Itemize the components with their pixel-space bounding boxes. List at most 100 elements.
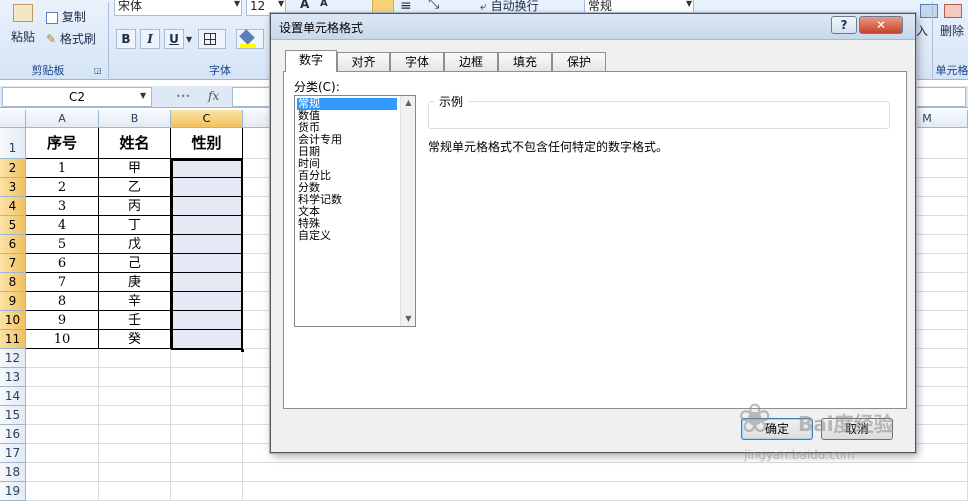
grid-cell[interactable]: 丙 bbox=[99, 197, 171, 216]
grid-cell[interactable]: 己 bbox=[99, 254, 171, 273]
font-size-dropdown-icon[interactable]: ▼ bbox=[278, 0, 284, 8]
grid-cell[interactable] bbox=[26, 482, 99, 501]
header-cell[interactable]: 姓名 bbox=[99, 128, 171, 159]
row-header[interactable]: 9 bbox=[0, 292, 26, 311]
paste-button[interactable]: 粘贴 bbox=[8, 4, 38, 54]
dialog-title-bar[interactable]: 设置单元格格式 ? ✕ bbox=[271, 14, 915, 40]
grid-cell[interactable] bbox=[171, 425, 243, 444]
row-header[interactable]: 6 bbox=[0, 235, 26, 254]
category-item[interactable]: 自定义 bbox=[297, 230, 397, 242]
tab-number[interactable]: 数字 bbox=[285, 50, 337, 72]
number-format-dropdown-icon[interactable]: ▼ bbox=[686, 0, 692, 8]
grid-cell[interactable]: 8 bbox=[26, 292, 99, 311]
grid-cell[interactable] bbox=[171, 197, 243, 216]
font-name-dropdown-icon[interactable]: ▼ bbox=[234, 0, 240, 8]
grid-cell[interactable] bbox=[171, 159, 243, 178]
grid-cell[interactable] bbox=[26, 444, 99, 463]
grid-cell[interactable] bbox=[171, 330, 243, 349]
format-painter-button[interactable]: ✎ 格式刷 bbox=[46, 30, 96, 47]
decrease-font-icon[interactable]: A bbox=[320, 0, 328, 9]
bold-button[interactable]: B bbox=[116, 29, 136, 49]
fill-color-button[interactable] bbox=[236, 29, 264, 49]
row-header[interactable]: 7 bbox=[0, 254, 26, 273]
grid-cell[interactable] bbox=[171, 292, 243, 311]
grid-cell[interactable]: 辛 bbox=[99, 292, 171, 311]
grid-cell[interactable] bbox=[171, 349, 243, 368]
row-header[interactable]: 11 bbox=[0, 330, 26, 349]
grid-cell[interactable]: 丁 bbox=[99, 216, 171, 235]
tab-font[interactable]: 字体 bbox=[390, 52, 444, 71]
row-header[interactable]: 17 bbox=[0, 444, 26, 463]
tab-border[interactable]: 边框 bbox=[444, 52, 498, 71]
grid-cell[interactable] bbox=[243, 482, 968, 501]
close-button[interactable]: ✕ bbox=[859, 16, 903, 34]
tab-alignment[interactable]: 对齐 bbox=[337, 52, 390, 71]
grid-cell[interactable] bbox=[171, 216, 243, 235]
grid-cell[interactable] bbox=[26, 425, 99, 444]
border-button[interactable] bbox=[198, 29, 226, 49]
column-header-c[interactable]: C bbox=[171, 110, 243, 128]
column-header-a[interactable]: A bbox=[26, 110, 99, 128]
underline-dropdown-icon[interactable]: ▼ bbox=[186, 35, 192, 44]
grid-cell[interactable] bbox=[99, 349, 171, 368]
insert-button[interactable]: 入 bbox=[916, 22, 928, 39]
name-box[interactable]: C2 bbox=[2, 87, 152, 107]
grid-cell[interactable]: 乙 bbox=[99, 178, 171, 197]
header-cell[interactable]: 性别 bbox=[171, 128, 243, 159]
column-header-b[interactable]: B bbox=[99, 110, 171, 128]
grid-cell[interactable]: 壬 bbox=[99, 311, 171, 330]
grid-cell[interactable]: 3 bbox=[26, 197, 99, 216]
grid-cell[interactable] bbox=[26, 463, 99, 482]
category-list[interactable]: 常规 数值 货币 会计专用 日期 时间 百分比 分数 科学记数 文本 特殊 自定义 ▲ ▼ bbox=[294, 95, 416, 327]
font-name-select[interactable]: 宋体 bbox=[114, 0, 242, 16]
grid-cell[interactable]: 5 bbox=[26, 235, 99, 254]
grid-cell[interactable]: 1 bbox=[26, 159, 99, 178]
grid-cell[interactable] bbox=[171, 387, 243, 406]
grid-cell[interactable] bbox=[171, 463, 243, 482]
align-center-icon[interactable] bbox=[372, 0, 394, 14]
grid-cell[interactable]: 4 bbox=[26, 216, 99, 235]
delete-button[interactable]: 删除 bbox=[940, 22, 964, 39]
grid-cell[interactable]: 9 bbox=[26, 311, 99, 330]
grid-cell[interactable]: 10 bbox=[26, 330, 99, 349]
row-header[interactable]: 8 bbox=[0, 273, 26, 292]
italic-button[interactable]: I bbox=[140, 29, 160, 49]
row-header[interactable]: 10 bbox=[0, 311, 26, 330]
grid-cell[interactable] bbox=[171, 235, 243, 254]
row-header[interactable]: 12 bbox=[0, 349, 26, 368]
align-right-icon[interactable]: ≡ bbox=[400, 0, 412, 14]
grid-cell[interactable]: 2 bbox=[26, 178, 99, 197]
header-cell[interactable]: 序号 bbox=[26, 128, 99, 159]
grid-cell[interactable] bbox=[171, 273, 243, 292]
grid-cell[interactable]: 6 bbox=[26, 254, 99, 273]
delete-cells-icon[interactable] bbox=[944, 4, 962, 18]
grid-cell[interactable]: 7 bbox=[26, 273, 99, 292]
grid-cell[interactable] bbox=[99, 387, 171, 406]
grid-cell[interactable] bbox=[99, 482, 171, 501]
select-all-corner[interactable] bbox=[0, 110, 26, 128]
tab-fill[interactable]: 填充 bbox=[498, 52, 552, 71]
scroll-up-icon[interactable]: ▲ bbox=[401, 96, 416, 110]
grid-cell[interactable]: 戊 bbox=[99, 235, 171, 254]
grid-cell[interactable] bbox=[99, 463, 171, 482]
underline-button[interactable]: U bbox=[164, 29, 184, 49]
row-header[interactable]: 5 bbox=[0, 216, 26, 235]
clipboard-launcher-icon[interactable]: ◲ bbox=[94, 66, 102, 75]
row-header[interactable]: 18 bbox=[0, 463, 26, 482]
grid-cell[interactable]: 庚 bbox=[99, 273, 171, 292]
grid-cell[interactable] bbox=[26, 387, 99, 406]
row-header[interactable]: 15 bbox=[0, 406, 26, 425]
formula-bar-splitter[interactable]: ••• bbox=[176, 93, 190, 101]
row-header[interactable]: 4 bbox=[0, 197, 26, 216]
grid-cell[interactable] bbox=[171, 178, 243, 197]
grid-cell[interactable] bbox=[26, 406, 99, 425]
grid-cell[interactable] bbox=[171, 368, 243, 387]
grid-cell[interactable] bbox=[99, 368, 171, 387]
grid-cell[interactable] bbox=[99, 425, 171, 444]
insert-cells-icon[interactable] bbox=[920, 4, 938, 18]
grid-cell[interactable] bbox=[171, 311, 243, 330]
grid-cell[interactable] bbox=[171, 482, 243, 501]
row-header[interactable]: 13 bbox=[0, 368, 26, 387]
name-box-dropdown-icon[interactable]: ▼ bbox=[140, 91, 146, 100]
row-header[interactable]: 19 bbox=[0, 482, 26, 501]
